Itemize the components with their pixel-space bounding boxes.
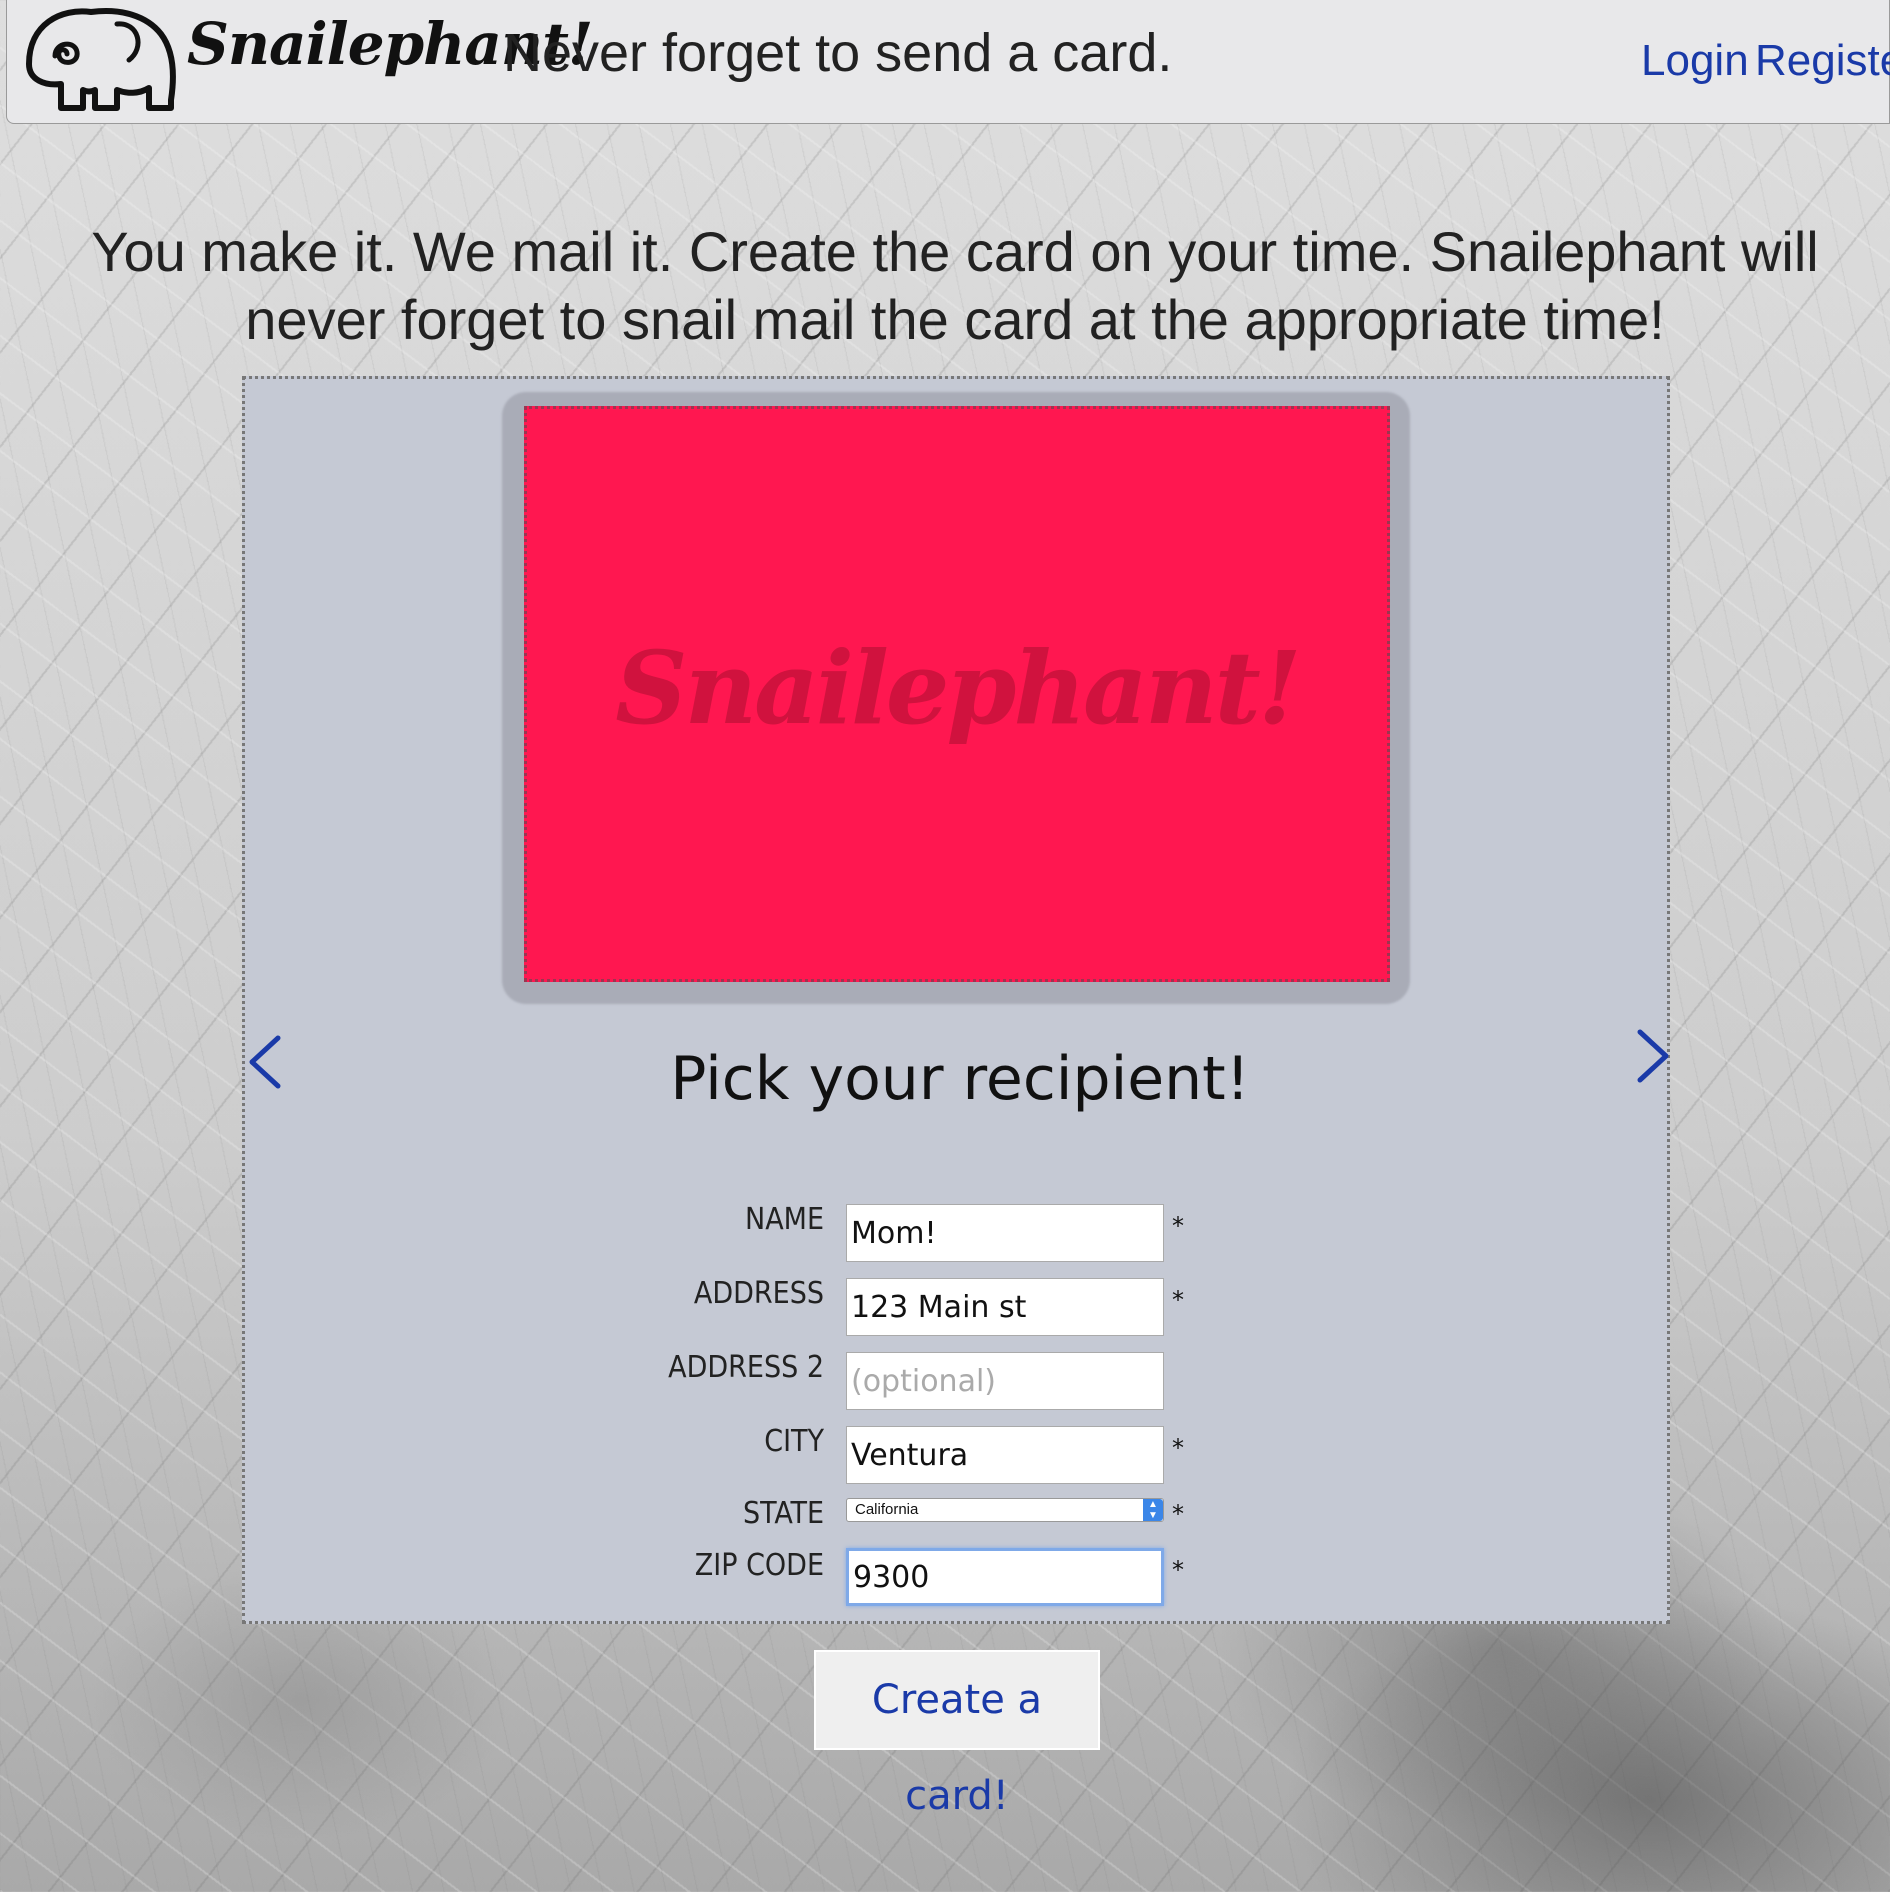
elephant-logo-icon[interactable] [21, 4, 181, 114]
state-select[interactable]: California ▲ ▼ [846, 1498, 1164, 1522]
name-label: NAME [745, 1202, 824, 1237]
card-preview[interactable]: Snailephant! [524, 406, 1390, 982]
address-field[interactable] [846, 1278, 1164, 1336]
register-link[interactable]: Register [1755, 36, 1890, 86]
city-label: CITY [764, 1424, 824, 1459]
city-required-mark: * [1172, 1434, 1184, 1462]
address-required-mark: * [1172, 1286, 1184, 1314]
section-title: Pick your recipient! [670, 1044, 1250, 1114]
address2-label: ADDRESS 2 [668, 1350, 824, 1385]
zip-required-mark: * [1172, 1556, 1184, 1584]
site-header: Snailephant! Never forget to send a card… [6, 0, 1890, 124]
name-field[interactable] [846, 1204, 1164, 1262]
state-required-mark: * [1172, 1500, 1184, 1528]
address-label: ADDRESS [693, 1276, 824, 1311]
select-updown-icon: ▲ ▼ [1143, 1499, 1163, 1521]
state-label: STATE [743, 1496, 824, 1531]
zip-field[interactable] [846, 1548, 1164, 1606]
address2-field[interactable] [846, 1352, 1164, 1410]
chevron-right-icon[interactable] [1632, 1026, 1672, 1086]
hero-text: You make it. We mail it. Create the card… [40, 218, 1870, 354]
login-link[interactable]: Login [1641, 36, 1749, 86]
name-required-mark: * [1172, 1212, 1184, 1240]
card-watermark: Snailephant! [615, 629, 1302, 747]
chevron-left-icon[interactable] [246, 1032, 286, 1092]
zip-label: ZIP CODE [694, 1548, 824, 1583]
tagline: Never forget to send a card. [503, 23, 1173, 83]
hero-line-2: never forget to snail mail the card at t… [245, 288, 1665, 351]
hero-line-1: You make it. We mail it. Create the card… [91, 220, 1819, 283]
create-card-button[interactable]: Create a card! [814, 1650, 1100, 1819]
state-select-value: California [855, 1501, 919, 1518]
city-field[interactable] [846, 1426, 1164, 1484]
